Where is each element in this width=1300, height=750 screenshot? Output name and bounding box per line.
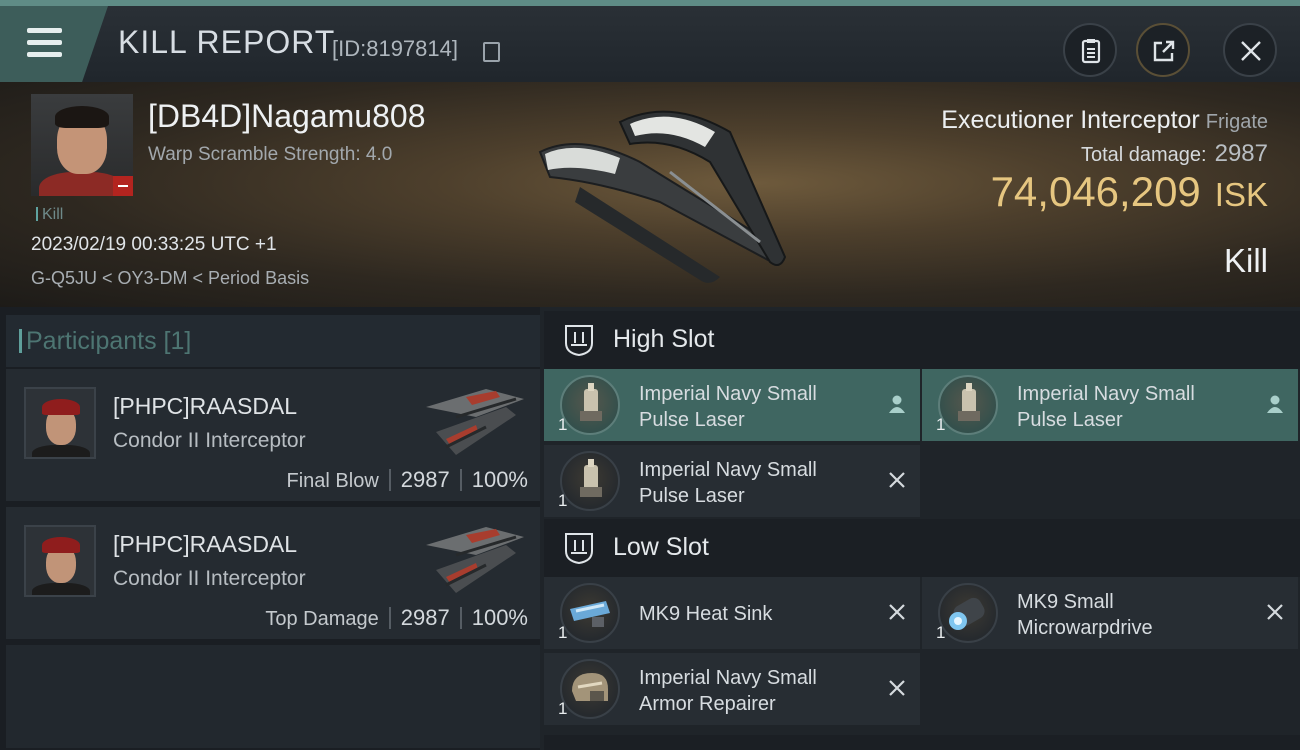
share-button[interactable] [1136, 23, 1190, 77]
module-name: Imperial Navy Small Pulse Laser [1017, 383, 1195, 431]
module-slot[interactable]: 1 Imperial Navy Small Pulse Laser [544, 369, 920, 441]
module-slot[interactable]: 1 Imperial Navy Small Pulse Laser [922, 369, 1298, 441]
module-name: MK9 Heat Sink [639, 603, 773, 625]
destroyed-icon [889, 472, 905, 488]
page-title: KILL REPORT [118, 24, 336, 60]
participant-ship-image [426, 527, 524, 593]
module-quantity: 1 [558, 491, 568, 510]
high-slot-title: High Slot [613, 325, 715, 353]
participant-damage: 2987 [400, 467, 450, 492]
victim-name[interactable]: [DB4D]Nagamu808 [148, 98, 425, 135]
module-name: Imperial Navy Small Pulse Laser [639, 383, 817, 431]
fitting-panel: High Slot 1 Imperial Navy Small Pulse La… [540, 307, 1300, 750]
participant-name: [PHPC]RAASDAL [113, 393, 298, 419]
total-damage-value: 2987 [1214, 140, 1268, 167]
low-slot-title: Low Slot [613, 533, 709, 561]
participants-header: Participants [1] [6, 315, 540, 367]
next-section-header-partial [544, 735, 1300, 750]
heat-sink-icon [560, 583, 620, 643]
close-button[interactable] [1223, 23, 1277, 77]
participants-panel: Participants [1] [PHPC]RAASDAL Condor II… [0, 307, 540, 750]
victim-ship-name[interactable]: Executioner Interceptor Frigate [941, 106, 1268, 135]
pulse-laser-icon [560, 451, 620, 511]
kill-tag: Kill [36, 206, 63, 224]
module-name: MK9 Small Microwarpdrive [1017, 591, 1153, 639]
module-name: Imperial Navy Small Pulse Laser [639, 459, 817, 507]
report-id: [ID:8197814] [332, 36, 458, 61]
participant-percent: 100% [471, 605, 528, 630]
isk-amount: 74,046,209 [990, 168, 1201, 215]
kill-location[interactable]: G-Q5JU < OY3-DM < Period Basis [31, 268, 309, 289]
module-name: Imperial Navy Small Armor Repairer [639, 667, 817, 715]
participant-row[interactable]: [PHPC]RAASDAL Condor II Interceptor Top … [6, 507, 540, 641]
kill-summary-banner: [DB4D]Nagamu808 Warp Scramble Strength: … [0, 82, 1300, 307]
module-quantity: 1 [558, 699, 568, 718]
menu-icon [27, 28, 62, 58]
copy-icon[interactable] [483, 42, 500, 62]
participant-row[interactable]: [PHPC]RAASDAL Condor II Interceptor Fina… [6, 369, 540, 503]
close-icon [1241, 41, 1261, 61]
kill-datetime: 2023/02/19 00:33:25 UTC +1 [31, 234, 277, 255]
module-quantity: 1 [558, 415, 568, 434]
participant-name: [PHPC]RAASDAL [113, 531, 298, 557]
module-quantity: 1 [558, 623, 568, 642]
module-slot[interactable]: 1 Imperial Navy Small Armor Repairer [544, 653, 920, 725]
microwarpdrive-icon [938, 583, 998, 643]
participants-title: Participants [1] [18, 327, 192, 355]
pilot-icon [1267, 395, 1283, 413]
module-quantity: 1 [936, 623, 946, 642]
participant-damage: 2987 [400, 605, 450, 630]
menu-button[interactable] [0, 6, 108, 82]
isk-unit: ISK [1214, 176, 1268, 213]
participants-empty-area [6, 645, 540, 750]
pilot-icon [889, 395, 905, 413]
participant-stats: Final Blow 2987 100% [287, 467, 529, 493]
module-slot[interactable]: 1 MK9 Small Microwarpdrive [922, 577, 1298, 649]
module-slot[interactable]: 1 MK9 Heat Sink [544, 577, 920, 649]
kill-result: Kill [1223, 242, 1268, 279]
low-slot-icon [565, 533, 593, 565]
participant-percent: 100% [471, 467, 528, 492]
destroyed-icon [889, 680, 905, 696]
isk-value: 74,046,209 ISK [991, 168, 1268, 216]
share-icon [1153, 40, 1175, 62]
warp-scramble-strength: Warp Scramble Strength: 4.0 [148, 144, 393, 165]
pulse-laser-icon [938, 375, 998, 435]
header-bar: KILL REPORT [ID:8197814] [0, 0, 1300, 82]
participant-role: Final Blow [286, 470, 379, 492]
module-slot[interactable]: 1 Imperial Navy Small Pulse Laser [544, 445, 920, 517]
participant-portrait [24, 387, 96, 459]
destroyed-icon [889, 604, 905, 620]
destroyed-icon [1267, 604, 1283, 620]
victim-portrait[interactable] [31, 94, 133, 196]
participant-ship: Condor II Interceptor [113, 429, 306, 452]
total-damage: Total damage: 2987 [1080, 140, 1268, 167]
ship-class: Frigate [1205, 111, 1268, 133]
low-slot-header: Low Slot [544, 519, 1300, 577]
high-slot-icon [565, 325, 593, 357]
participant-portrait [24, 525, 96, 597]
participant-stats: Top Damage 2987 100% [265, 605, 528, 631]
participant-ship: Condor II Interceptor [113, 567, 306, 590]
pulse-laser-icon [560, 375, 620, 435]
negative-standing-icon [113, 176, 133, 196]
clipboard-icon [1081, 39, 1101, 64]
participant-ship-image [426, 389, 524, 455]
participant-role: Top Damage [265, 608, 379, 630]
clipboard-button[interactable] [1063, 23, 1117, 77]
module-quantity: 1 [936, 415, 946, 434]
armor-repairer-icon [560, 659, 620, 719]
high-slot-header: High Slot [544, 311, 1300, 369]
victim-ship-image [538, 110, 787, 283]
